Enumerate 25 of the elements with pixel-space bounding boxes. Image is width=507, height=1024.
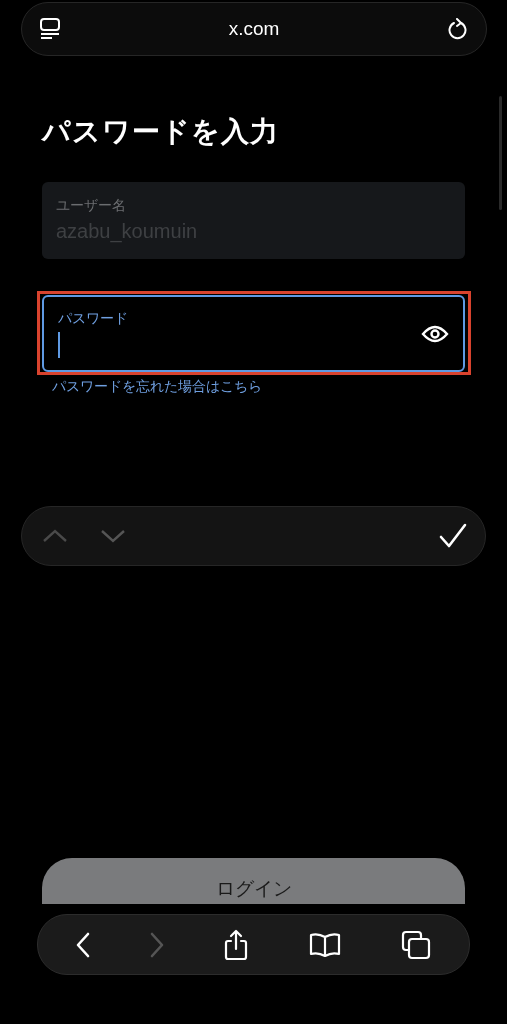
page-menu-icon: [40, 18, 60, 40]
page-title: パスワードを入力: [42, 114, 280, 150]
eye-icon: [421, 323, 449, 344]
field-label: パスワード: [58, 309, 129, 328]
share-button[interactable]: [223, 928, 250, 961]
share-icon: [223, 928, 250, 961]
bookmarks-button[interactable]: [309, 931, 342, 958]
book-icon: [309, 931, 342, 958]
field-label: ユーザー名: [56, 196, 127, 215]
back-icon: [75, 931, 90, 958]
back-button[interactable]: [75, 931, 90, 958]
url-text: x.com: [228, 18, 280, 40]
forgot-password-link[interactable]: パスワードを忘れた場合はこちら: [52, 378, 262, 396]
forward-icon: [149, 931, 164, 958]
chevron-down-icon: [100, 529, 126, 543]
address-bar[interactable]: x.com: [21, 2, 487, 56]
checkmark-icon: [439, 523, 467, 549]
chevron-up-icon: [42, 529, 68, 543]
show-password-button[interactable]: [421, 323, 449, 344]
tabs-button[interactable]: [401, 929, 432, 960]
reload-icon: [448, 18, 468, 40]
page-menu-button[interactable]: [40, 18, 60, 40]
reload-button[interactable]: [448, 18, 468, 40]
done-button[interactable]: [439, 523, 467, 549]
tabs-icon: [401, 929, 432, 960]
